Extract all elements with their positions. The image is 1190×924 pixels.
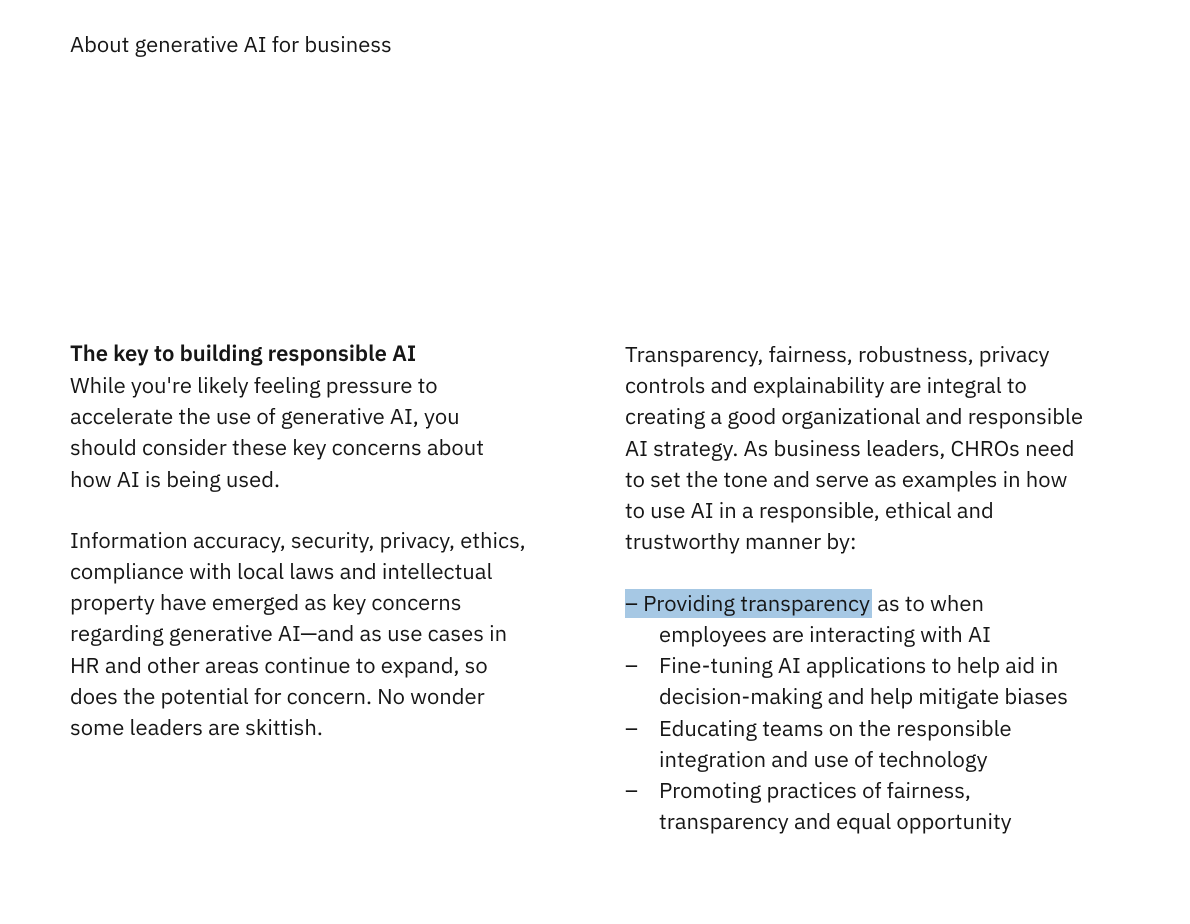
content-columns: The key to building responsible AI While… xyxy=(70,339,1120,838)
subheading: The key to building responsible AI xyxy=(70,339,530,370)
section-header: About generative AI for business xyxy=(70,30,1120,59)
bullet-item-4-text: Promoting practices of fairness, transpa… xyxy=(659,776,1012,836)
left-column: The key to building responsible AI While… xyxy=(70,339,530,838)
dash-icon: – xyxy=(625,775,638,806)
bullet-item-2: – Fine-tuning AI applications to help ai… xyxy=(625,650,1085,712)
left-paragraph-1: While you're likely feeling pressure to … xyxy=(70,370,530,495)
bullet-list: – Providing transparency as to when empl… xyxy=(625,588,1085,838)
dash-icon: – xyxy=(625,713,638,744)
dash-icon: – xyxy=(625,650,638,681)
right-column: Transparency, fairness, robustness, priv… xyxy=(625,339,1085,838)
bullet-item-3: – Educating teams on the responsible int… xyxy=(625,713,1085,775)
highlighted-text: – Providing transparency xyxy=(625,589,872,618)
left-paragraph-2: Information accuracy, security, privacy,… xyxy=(70,525,530,744)
right-paragraph-1: Transparency, fairness, robustness, priv… xyxy=(625,339,1085,558)
bullet-item-4: – Promoting practices of fairness, trans… xyxy=(625,775,1085,837)
bullet-item-2-text: Fine-tuning AI applications to help aid … xyxy=(659,651,1068,711)
bullet-item-1: – Providing transparency as to when empl… xyxy=(625,588,1085,650)
bullet-item-3-text: Educating teams on the responsible integ… xyxy=(659,714,1012,774)
